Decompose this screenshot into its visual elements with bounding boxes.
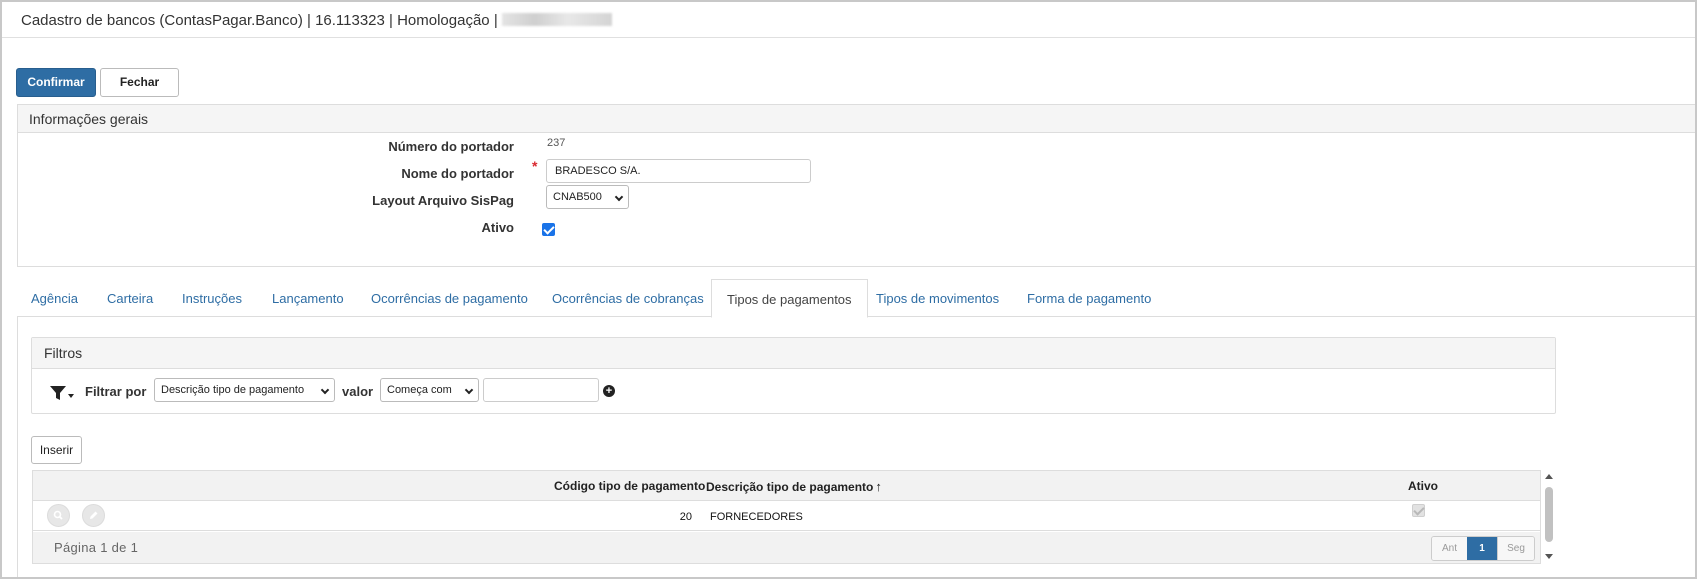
caret-down-icon[interactable] bbox=[68, 394, 74, 398]
ativo-label: Ativo bbox=[481, 220, 515, 235]
pagination: Ant 1 Seg bbox=[1431, 536, 1535, 561]
close-button[interactable]: Fechar bbox=[100, 68, 179, 97]
previous-page-button[interactable]: Ant bbox=[1432, 537, 1467, 560]
filter-field-selected: Descrição tipo de pagamento bbox=[161, 384, 305, 396]
payment-types-grid: Código tipo de pagamento Descrição tipo … bbox=[32, 470, 1541, 564]
numero-portador-label: Número do portador bbox=[388, 139, 514, 154]
insert-button[interactable]: Inserir bbox=[31, 436, 82, 464]
column-header-codigo[interactable]: Código tipo de pagamento bbox=[554, 479, 705, 493]
window-title: Cadastro de bancos (ContasPagar.Banco) |… bbox=[21, 12, 498, 29]
chevron-down-icon bbox=[320, 385, 330, 395]
required-asterisk: * bbox=[532, 158, 538, 174]
grid-header: Código tipo de pagamento Descrição tipo … bbox=[33, 471, 1540, 501]
tab-ocorrencias-pagamento[interactable]: Ocorrências de pagamento bbox=[371, 279, 528, 317]
layout-sispag-select[interactable]: CNAB500 bbox=[546, 185, 629, 209]
funnel-icon[interactable] bbox=[50, 386, 66, 401]
cell-ativo-checkbox bbox=[1412, 504, 1425, 517]
filter-operator-select[interactable]: Começa com bbox=[380, 378, 479, 402]
ativo-checkbox[interactable] bbox=[542, 223, 555, 236]
tab-tipos-movimentos[interactable]: Tipos de movimentos bbox=[876, 279, 999, 317]
layout-sispag-selected: CNAB500 bbox=[553, 191, 602, 203]
chevron-down-icon bbox=[464, 385, 474, 395]
window-title-bar: Cadastro de bancos (ContasPagar.Banco) |… bbox=[2, 2, 1695, 38]
scroll-down-arrow-icon[interactable] bbox=[1545, 554, 1553, 559]
scrollbar-thumb[interactable] bbox=[1545, 487, 1553, 542]
tab-ocorrencias-cobrancas[interactable]: Ocorrências de cobranças bbox=[552, 279, 704, 317]
sort-ascending-icon: ↑ bbox=[875, 479, 882, 494]
pencil-icon bbox=[90, 511, 98, 519]
edit-button[interactable] bbox=[82, 504, 105, 527]
scroll-up-arrow-icon[interactable] bbox=[1545, 474, 1553, 479]
plus-circle-icon[interactable]: + bbox=[603, 385, 615, 397]
next-page-button[interactable]: Seg bbox=[1497, 537, 1534, 560]
value-label: valor bbox=[342, 384, 374, 399]
tab-carteira[interactable]: Carteira bbox=[107, 279, 153, 317]
window: Cadastro de bancos (ContasPagar.Banco) |… bbox=[0, 0, 1697, 579]
filter-by-label: Filtrar por bbox=[85, 384, 147, 399]
general-info-panel: Informações gerais Número do portador 23… bbox=[17, 104, 1695, 267]
grid-scrollbar[interactable] bbox=[1543, 472, 1555, 564]
tab-lancamento[interactable]: Lançamento bbox=[272, 279, 344, 317]
cell-codigo: 20 bbox=[679, 511, 692, 523]
table-row[interactable]: 20 FORNECEDORES bbox=[33, 502, 1540, 531]
page-1-button[interactable]: 1 bbox=[1467, 537, 1497, 560]
cell-descricao: FORNECEDORES bbox=[710, 511, 803, 523]
tab-instrucoes[interactable]: Instruções bbox=[182, 279, 242, 317]
filters-panel: Filtros Filtrar por Descrição tipo de pa… bbox=[31, 337, 1556, 414]
page-indicator: Página 1 de 1 bbox=[54, 540, 139, 555]
view-button[interactable] bbox=[47, 504, 70, 527]
layout-sispag-label: Layout Arquivo SisPag bbox=[372, 193, 514, 208]
nome-portador-label: Nome do portador bbox=[401, 166, 514, 181]
magnifier-icon bbox=[53, 510, 63, 520]
column-header-ativo[interactable]: Ativo bbox=[1408, 479, 1438, 493]
confirm-button[interactable]: Confirmar bbox=[16, 68, 96, 97]
filters-heading: Filtros bbox=[32, 338, 1555, 369]
nome-portador-input[interactable]: BRADESCO S/A. bbox=[546, 159, 811, 183]
tab-agencia[interactable]: Agência bbox=[31, 279, 78, 317]
redacted-user-info bbox=[501, 13, 612, 26]
filter-value-input[interactable] bbox=[483, 378, 599, 402]
numero-portador-value: 237 bbox=[547, 137, 566, 149]
chevron-down-icon bbox=[614, 192, 624, 202]
grid-footer: Página 1 de 1 Ant 1 Seg bbox=[33, 532, 1540, 563]
column-header-descricao-label: Descrição tipo de pagamento bbox=[706, 480, 874, 494]
tab-forma-pagamento[interactable]: Forma de pagamento bbox=[1027, 279, 1151, 317]
column-header-descricao[interactable]: Descrição tipo de pagamento ↑ bbox=[706, 479, 882, 494]
tab-tipos-pagamentos[interactable]: Tipos de pagamentos bbox=[711, 279, 868, 318]
tab-bar: Agência Carteira Instruções Lançamento O… bbox=[17, 279, 1695, 318]
general-info-heading: Informações gerais bbox=[18, 105, 1695, 133]
filter-operator-selected: Começa com bbox=[387, 384, 452, 396]
filter-field-select[interactable]: Descrição tipo de pagamento bbox=[154, 378, 335, 402]
